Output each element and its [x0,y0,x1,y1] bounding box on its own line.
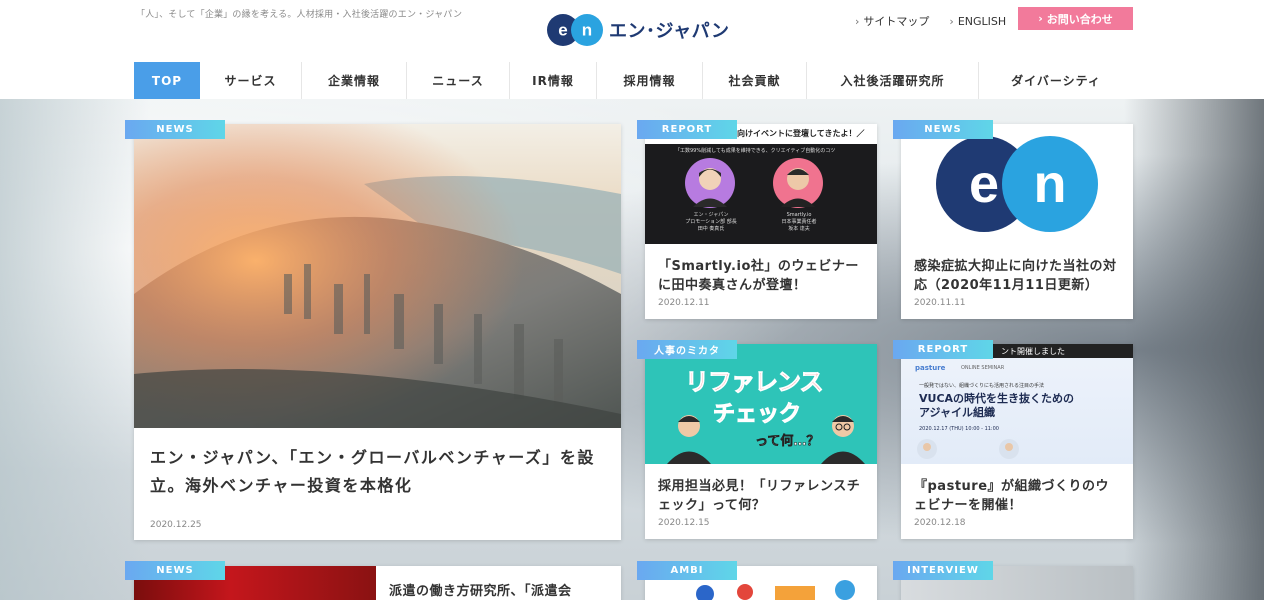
smartly-webinar-image: 向けイベントに登壇してきたよ！／ 「工数99%削減しても成果を維持できる、クリエ… [645,124,877,244]
speaker-right-portrait [773,158,823,208]
pasture-lead: 一般発ではない、組織づくりにも活用される注目の手法 [919,383,1045,389]
english-link[interactable]: › ENGLISH [949,15,1006,28]
reference-card-tag: 人事のミカタ [637,340,737,359]
presenter-right-illustration [821,415,865,464]
en-logo-icon: e n [547,14,603,46]
covid-card-tag: NEWS [893,120,993,139]
bottom-ambi-tag: AMBI [637,561,737,580]
city-aerial-image [134,124,621,428]
smartly-banner-text: 向けイベントに登壇してきたよ！／ [737,129,865,138]
pasture-card-title: 『pasture』が組織づくりのウェビナーを開催！ [914,479,1110,513]
chevron-right-icon: › [949,14,954,28]
smartly-card-date: 2020.12.11 [658,298,710,308]
nav-item-csr[interactable]: 社会貢献 [703,62,807,99]
pasture-seminar-label: ONLINE SEMINAR [961,365,1005,371]
site-tagline: 「人」、そして「企業」の縁を考える。人材採用・入社後活躍のエン・ジャパン [136,10,463,20]
nav-item-top[interactable]: TOP [134,62,200,99]
presenter-left-illustration [667,415,711,464]
reference-check-image: リファレンス チェック って何…？ [645,344,877,464]
bottom-news-tag: NEWS [125,561,225,580]
pasture-brand: pasture [915,364,946,372]
smartly-card-tag: REPORT [637,120,737,139]
sitemap-link[interactable]: › サイトマップ [855,13,929,29]
site-logo[interactable]: e n エン･ジャパン [547,14,730,46]
speaker-left-caption: エン・ジャパン プロモーション部 部長 田中 奏真氏 [685,212,737,232]
pasture-speaker2-avatar [999,439,1019,459]
nav-item-ir[interactable]: IR情報 [510,62,597,99]
main-news-card[interactable]: エン・ジャパン、「エン・グローバルベンチャーズ」を設立。海外ベンチャー投資を本格… [134,124,621,540]
main-card-date: 2020.12.25 [150,520,202,530]
svg-text:n: n [1034,154,1067,214]
main-card-tag: NEWS [125,120,225,139]
sitemap-link-label: サイトマップ [863,15,930,28]
contact-button-label: お問い合わせ [1046,12,1113,26]
city-aerial-illustration [134,124,621,428]
reference-line3: って何…？ [755,434,820,450]
smartly-subtitle: 「工数99%削減しても成果を維持できる、クリエイティブ自動化のコツ [675,148,836,154]
pasture-banner-text: ント開催しました [1001,347,1065,356]
pasture-headline: VUCAの時代を生き抜くための アジャイル組織 [919,392,1075,419]
bottom-interview-tag: INTERVIEW [893,561,993,580]
utility-links: › サイトマップ › ENGLISH [855,13,1026,29]
chevron-right-icon: › [855,14,860,28]
pasture-webinar-image: ント開催しました pasture ONLINE SEMINAR 一般発ではない、… [901,344,1133,464]
reference-line1: リファレンス [685,368,825,397]
contact-button[interactable]: › お問い合わせ [1018,7,1133,30]
main-card-title: エン・ジャパン、「エン・グローバルベンチャーズ」を設立。海外ベンチャー投資を本格… [150,448,595,495]
english-link-label: ENGLISH [957,14,1007,28]
reference-line2: チェック [712,402,802,428]
pasture-speaker1-avatar [917,439,937,459]
nav-item-diversity[interactable]: ダイバーシティ [979,62,1133,99]
nav-item-company[interactable]: 企業情報 [302,62,407,99]
reference-card-date: 2020.12.15 [658,518,710,528]
nav-item-news[interactable]: ニュース [407,62,510,99]
svg-text:e: e [558,21,567,40]
en-logo-image: e n [901,124,1133,244]
pasture-card-tag: REPORT [893,340,993,359]
smartly-webinar-card[interactable]: 向けイベントに登壇してきたよ！／ 「工数99%削減しても成果を維持できる、クリエ… [645,124,877,319]
nav-item-services[interactable]: サービス [200,62,302,99]
speaker-right-caption: Smartly.io 日本事業責任者 坂本 達夫 [781,212,817,232]
global-nav: TOP サービス 企業情報 ニュース IR情報 採用情報 社会貢献 入社後活躍研… [134,62,1133,99]
pasture-webinar-card[interactable]: ント開催しました pasture ONLINE SEMINAR 一般発ではない、… [901,344,1133,539]
covid-notice-card[interactable]: e n 感染症拡大抑止に向けた当社の対応（2020年11月11日更新） 2020… [901,124,1133,319]
nav-item-research[interactable]: 入社後活躍研究所 [807,62,979,99]
svg-text:e: e [969,154,999,214]
pasture-datetime: 2020.12.17 (THU) 10:00 - 11:00 [919,426,999,432]
site-header: 「人」、そして「企業」の縁を考える。人材採用・入社後活躍のエン・ジャパン e n… [0,0,1264,62]
covid-card-date: 2020.11.11 [914,298,966,308]
smartly-card-title: 「Smartly.io社」のウェビナーに田中奏真さんが登壇！ [658,259,859,293]
en-large-logo-icon: e n [936,136,1098,232]
pasture-card-date: 2020.12.18 [914,518,966,528]
nav-item-recruit[interactable]: 採用情報 [597,62,703,99]
reference-check-card[interactable]: リファレンス チェック って何…？ 採用担当必見！「リファレンスチェック」って何… [645,344,877,539]
covid-card-title: 感染症拡大抑止に向けた当社の対応（2020年11月11日更新） [914,259,1117,293]
chevron-right-icon: › [1038,12,1043,25]
speaker-left-portrait [685,158,735,208]
svg-text:n: n [582,21,592,40]
reference-card-title: 採用担当必見！「リファレンスチェック」って何？ [658,479,861,513]
logo-wordmark: エン･ジャパン [609,21,730,42]
bottom-news-title: 派遣の働き方研究所、「派遣会 [389,584,572,599]
